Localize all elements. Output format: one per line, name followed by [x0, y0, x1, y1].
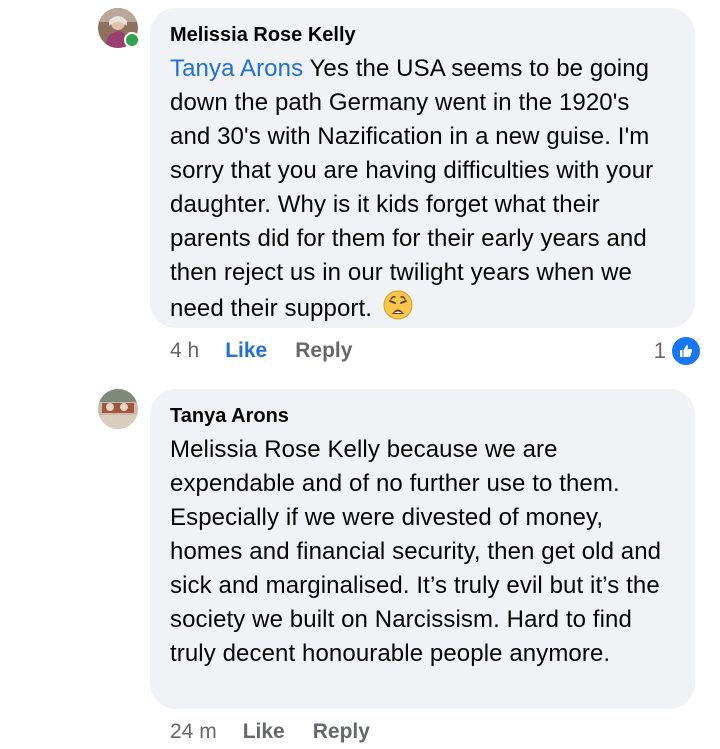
comment-text: Melissia Rose Kelly because we are expen… [170, 436, 662, 667]
comment-body: Yes the USA seems to be going down the p… [170, 55, 654, 322]
comment-actions: 4 h Like Reply [170, 338, 352, 364]
avatar[interactable] [98, 8, 140, 48]
avatar[interactable] [98, 389, 138, 429]
comment-author[interactable]: Melissia Rose Kelly [170, 22, 676, 48]
reply-button[interactable]: Reply [313, 719, 370, 745]
reaction-count: 1 [653, 338, 666, 363]
comment-bubble: Melissia Rose Kelly Tanya Arons Yes the … [150, 8, 695, 328]
comment-timestamp[interactable]: 4 h [170, 338, 199, 364]
comment-text: Tanya Arons Yes the USA seems to be goin… [170, 52, 676, 330]
weary-face-emoji-icon [383, 290, 413, 330]
comment-actions: 24 m Like Reply [170, 719, 370, 745]
like-button[interactable]: Like [243, 719, 285, 745]
comment-timestamp[interactable]: 24 m [170, 719, 217, 745]
comment-author[interactable]: Tanya Arons [170, 403, 676, 429]
reply-button[interactable]: Reply [295, 338, 352, 364]
online-status-icon [124, 32, 140, 48]
avatar-photo [98, 389, 138, 429]
like-button[interactable]: Like [225, 338, 267, 364]
comment-bubble: Tanya Arons Melissia Rose Kelly because … [150, 389, 695, 709]
mention-link[interactable]: Tanya Arons [170, 55, 303, 82]
reaction-summary[interactable]: 1 [654, 335, 702, 367]
like-badge-icon [670, 335, 702, 367]
